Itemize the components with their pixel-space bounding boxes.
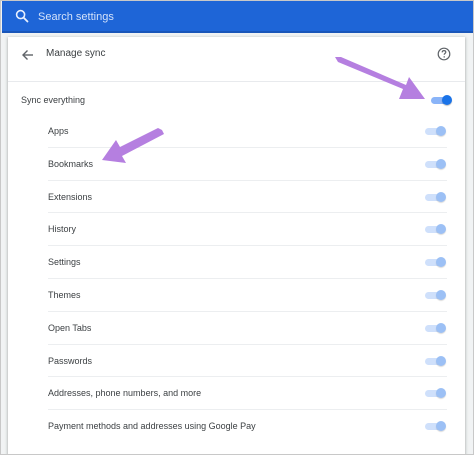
- sync-item-toggle[interactable]: [423, 322, 447, 334]
- screenshot-frame: Manage sync Sync everything Apps Bookmark…: [0, 0, 474, 455]
- manage-sync-card: Manage sync Sync everything Apps Bookmark…: [8, 37, 465, 454]
- sync-item-row: Themes: [48, 279, 447, 312]
- back-button[interactable]: [20, 47, 36, 63]
- toggle-knob: [436, 224, 446, 235]
- sync-items-list: Apps Bookmarks Extensions History Settings Th…: [8, 115, 465, 443]
- toggle-knob: [436, 355, 446, 366]
- arrow-back-icon: [22, 50, 33, 60]
- sync-item-row: Extensions: [48, 181, 447, 214]
- sync-item-label: Addresses, phone numbers, and more: [48, 388, 202, 399]
- search-bar: [2, 1, 473, 33]
- sync-item-toggle[interactable]: [423, 420, 447, 432]
- header-divider: [8, 81, 465, 82]
- sync-everything-toggle[interactable]: [429, 94, 453, 106]
- sync-item-toggle[interactable]: [423, 125, 447, 137]
- sync-item-toggle[interactable]: [423, 256, 447, 268]
- page-title: Manage sync: [46, 48, 106, 59]
- sync-item-toggle[interactable]: [423, 223, 447, 235]
- toggle-knob: [436, 257, 446, 268]
- sync-item-label: Apps: [48, 126, 69, 136]
- sync-item-label: Extensions: [48, 191, 93, 202]
- sync-item-toggle[interactable]: [423, 387, 447, 399]
- help-circle-icon: [437, 47, 451, 61]
- toggle-knob: [436, 388, 446, 399]
- sync-item-row: Passwords: [48, 345, 447, 378]
- manage-sync-header: Manage sync: [8, 37, 465, 73]
- search-icon: [15, 9, 29, 23]
- sync-item-row: Open Tabs: [48, 312, 447, 345]
- help-button[interactable]: [437, 47, 451, 61]
- sync-item-label: Payment methods and addresses using Goog…: [48, 421, 256, 432]
- sync-item-label: Themes: [48, 289, 81, 300]
- sync-everything-label: Sync everything: [21, 95, 86, 105]
- sync-item-row: Payment methods and addresses using Goog…: [48, 410, 447, 443]
- sync-item-label: Passwords: [48, 355, 93, 366]
- sync-item-label: Open Tabs: [48, 322, 92, 333]
- toggle-knob: [436, 289, 446, 300]
- toggle-knob: [436, 126, 446, 136]
- sync-item-label: Settings: [48, 257, 81, 268]
- sync-item-toggle[interactable]: [423, 355, 447, 367]
- toggle-knob: [436, 322, 446, 333]
- sync-item-toggle[interactable]: [423, 289, 447, 301]
- toggle-knob: [436, 421, 446, 432]
- sync-item-label: History: [48, 224, 77, 235]
- sync-everything-row: Sync everything: [8, 89, 465, 111]
- sync-item-label: Bookmarks: [48, 158, 94, 169]
- sync-item-row: History: [48, 213, 447, 247]
- toggle-knob: [436, 191, 446, 202]
- search-input[interactable]: [38, 7, 338, 27]
- sync-item-toggle[interactable]: [423, 191, 447, 203]
- toggle-knob: [442, 95, 452, 105]
- sync-item-row: Apps: [48, 115, 447, 148]
- toggle-knob: [436, 158, 446, 169]
- sync-item-row: Settings: [48, 246, 447, 279]
- sync-item-toggle[interactable]: [423, 158, 447, 170]
- sync-item-row: Addresses, phone numbers, and more: [48, 377, 447, 411]
- sync-item-row: Bookmarks: [48, 148, 447, 181]
